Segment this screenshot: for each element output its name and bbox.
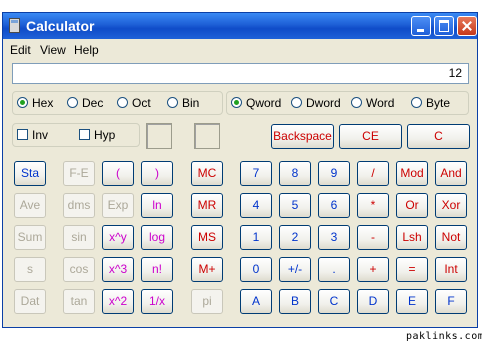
radio-dot-icon bbox=[167, 97, 178, 108]
xor-button[interactable]: Xor bbox=[435, 193, 467, 218]
key-6-button[interactable]: 6 bbox=[318, 193, 350, 218]
divide-button[interactable]: / bbox=[357, 161, 389, 186]
key-1-button[interactable]: 1 bbox=[240, 225, 272, 250]
sign-toggle-button[interactable]: +/- bbox=[279, 257, 311, 282]
radio-dot-icon bbox=[117, 97, 128, 108]
tan-button[interactable]: tan bbox=[63, 289, 95, 314]
radio-dot-icon bbox=[231, 97, 242, 108]
key-0-button[interactable]: 0 bbox=[240, 257, 272, 282]
or-button[interactable]: Or bbox=[396, 193, 428, 218]
key-5-button[interactable]: 5 bbox=[279, 193, 311, 218]
key-9-button[interactable]: 9 bbox=[318, 161, 350, 186]
memory-indicator bbox=[194, 123, 220, 149]
key-3-button[interactable]: 3 bbox=[318, 225, 350, 250]
ms-button[interactable]: MS bbox=[191, 225, 223, 250]
int-button[interactable]: Int bbox=[435, 257, 467, 282]
clear-button[interactable]: C bbox=[407, 124, 470, 149]
dms-button[interactable]: dms bbox=[63, 193, 95, 218]
key-2-button[interactable]: 2 bbox=[279, 225, 311, 250]
equals-button[interactable]: = bbox=[396, 257, 428, 282]
decimal-button[interactable]: . bbox=[318, 257, 350, 282]
key-d-button[interactable]: D bbox=[357, 289, 389, 314]
display-field[interactable]: 12 bbox=[12, 63, 469, 84]
and-button[interactable]: And bbox=[435, 161, 467, 186]
key-e-button[interactable]: E bbox=[396, 289, 428, 314]
key-f-button[interactable]: F bbox=[435, 289, 467, 314]
dat-button[interactable]: Dat bbox=[14, 289, 46, 314]
add-button[interactable]: + bbox=[357, 257, 389, 282]
watermark-text: paklinks.com bbox=[406, 331, 482, 342]
checkbox-icon bbox=[79, 129, 90, 140]
calculator-icon bbox=[9, 18, 20, 33]
mod-button[interactable]: Mod bbox=[396, 161, 428, 186]
clear-entry-button[interactable]: CE bbox=[339, 124, 402, 149]
factorial-button[interactable]: n! bbox=[141, 257, 173, 282]
radio-dot-icon bbox=[411, 97, 422, 108]
radio-dot-icon bbox=[291, 97, 302, 108]
key-a-button[interactable]: A bbox=[240, 289, 272, 314]
radio-dot-icon bbox=[351, 97, 362, 108]
sum-button[interactable]: Sum bbox=[14, 225, 46, 250]
minimize-button[interactable] bbox=[411, 16, 431, 36]
checkbox-icon bbox=[17, 129, 28, 140]
cos-button[interactable]: cos bbox=[63, 257, 95, 282]
multiply-button[interactable]: * bbox=[357, 193, 389, 218]
s-button[interactable]: s bbox=[14, 257, 46, 282]
exp-button[interactable]: Exp bbox=[102, 193, 134, 218]
maximize-button[interactable] bbox=[434, 16, 454, 36]
key-c-button[interactable]: C bbox=[318, 289, 350, 314]
window-title: Calculator bbox=[26, 18, 95, 34]
key-7-button[interactable]: 7 bbox=[240, 161, 272, 186]
menu-help[interactable]: Help bbox=[74, 43, 99, 57]
fe-button[interactable]: F-E bbox=[63, 161, 95, 186]
radio-dot-icon bbox=[67, 97, 78, 108]
ln-button[interactable]: ln bbox=[141, 193, 173, 218]
menu-view[interactable]: View bbox=[40, 43, 66, 57]
key-b-button[interactable]: B bbox=[279, 289, 311, 314]
backspace-button[interactable]: Backspace bbox=[271, 124, 334, 149]
mr-button[interactable]: MR bbox=[191, 193, 223, 218]
open-paren-button[interactable]: ( bbox=[102, 161, 134, 186]
x-cubed-button[interactable]: x^3 bbox=[102, 257, 134, 282]
key-4-button[interactable]: 4 bbox=[240, 193, 272, 218]
pi-button[interactable]: pi bbox=[191, 289, 223, 314]
parenthesis-indicator bbox=[146, 123, 172, 149]
key-8-button[interactable]: 8 bbox=[279, 161, 311, 186]
close-button[interactable] bbox=[457, 16, 477, 36]
x-pow-y-button[interactable]: x^y bbox=[102, 225, 134, 250]
sta-button[interactable]: Sta bbox=[14, 161, 46, 186]
calculator-window: Calculator Edit View Help 12 Hex Dec Oct… bbox=[2, 12, 478, 328]
log-button[interactable]: log bbox=[141, 225, 173, 250]
radio-dot-icon bbox=[17, 97, 28, 108]
not-button[interactable]: Not bbox=[435, 225, 467, 250]
x-squared-button[interactable]: x^2 bbox=[102, 289, 134, 314]
reciprocal-button[interactable]: 1/x bbox=[141, 289, 173, 314]
menu-bar: Edit View Help bbox=[3, 41, 477, 59]
m-plus-button[interactable]: M+ bbox=[191, 257, 223, 282]
sin-button[interactable]: sin bbox=[63, 225, 95, 250]
lsh-button[interactable]: Lsh bbox=[396, 225, 428, 250]
close-paren-button[interactable]: ) bbox=[141, 161, 173, 186]
title-bar[interactable]: Calculator bbox=[3, 13, 477, 39]
mc-button[interactable]: MC bbox=[191, 161, 223, 186]
ave-button[interactable]: Ave bbox=[14, 193, 46, 218]
subtract-button[interactable]: - bbox=[357, 225, 389, 250]
menu-edit[interactable]: Edit bbox=[10, 43, 31, 57]
